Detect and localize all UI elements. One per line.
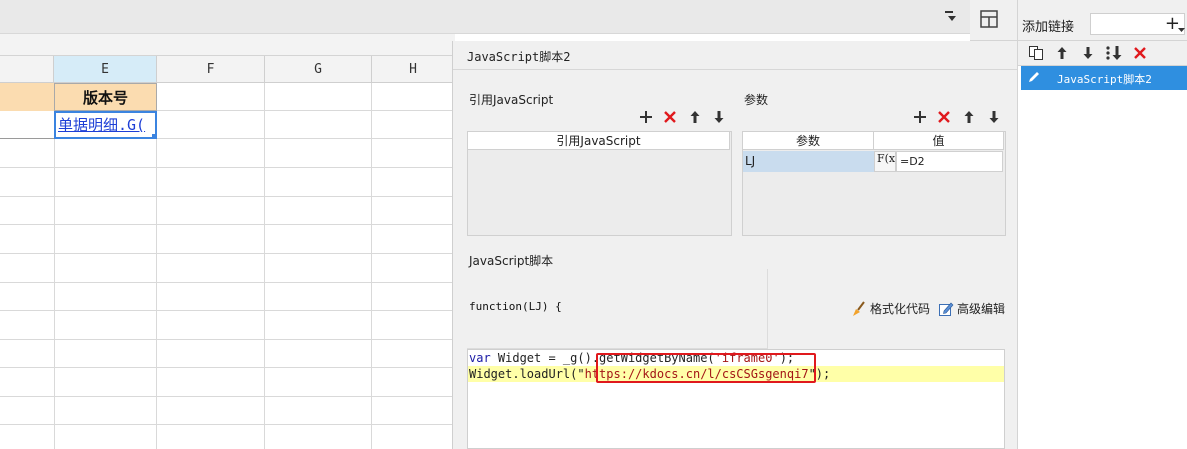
dropdown-toggle-icon[interactable] bbox=[944, 10, 958, 24]
ref-js-column-header: 引用JavaScript bbox=[468, 132, 730, 150]
format-code-button[interactable]: 格式化代码 bbox=[851, 300, 930, 317]
delete-param-icon[interactable] bbox=[935, 108, 953, 126]
format-code-label: 格式化代码 bbox=[870, 302, 931, 316]
version-header-cell[interactable]: 版本号 bbox=[54, 83, 157, 111]
code-keyword: var bbox=[469, 351, 491, 365]
link-list-toolbar bbox=[1018, 41, 1187, 66]
spreadsheet-grid: E F G H 版本号 单据明细.G( bbox=[0, 56, 455, 449]
header-cell[interactable] bbox=[0, 83, 54, 111]
fill-handle[interactable] bbox=[152, 134, 157, 139]
javascript-dialog: JavaScript脚本2 引用JavaScript 引用JavaScript … bbox=[452, 41, 1018, 449]
param-move-down-icon[interactable] bbox=[985, 108, 1003, 126]
top-toolbar bbox=[0, 0, 970, 34]
advanced-edit-button[interactable]: 高级编辑 bbox=[938, 300, 1005, 317]
add-link-dropdown[interactable]: + bbox=[1090, 13, 1185, 35]
column-header-g[interactable]: G bbox=[265, 56, 372, 83]
chevron-down-icon bbox=[1178, 28, 1185, 33]
move-up-icon[interactable] bbox=[1053, 44, 1071, 62]
code-editor[interactable]: var Widget = _g().getWidgetByName('ifram… bbox=[467, 349, 1005, 449]
add-link-bar: 添加链接 + bbox=[1018, 0, 1187, 41]
formula-button[interactable]: F(x) bbox=[874, 151, 899, 172]
layout-toolbar bbox=[970, 0, 1017, 41]
param-move-up-icon[interactable] bbox=[960, 108, 978, 126]
add-param-icon[interactable] bbox=[911, 108, 929, 126]
delete-icon[interactable] bbox=[661, 108, 679, 126]
grid-line bbox=[0, 339, 455, 340]
add-link-label: 添加链接 bbox=[1022, 20, 1075, 35]
grid-line bbox=[0, 310, 455, 311]
divider bbox=[453, 69, 1018, 70]
link-list-item[interactable]: JavaScript脚本2 bbox=[1021, 66, 1187, 90]
edit-icon bbox=[938, 301, 954, 317]
advanced-edit-label: 高级编辑 bbox=[957, 302, 1006, 316]
pencil-icon bbox=[1027, 70, 1041, 84]
code-text: Widget = _g( bbox=[490, 351, 585, 365]
broom-icon bbox=[851, 300, 867, 317]
param-name-cell[interactable]: LJ bbox=[743, 151, 874, 172]
move-up-icon[interactable] bbox=[686, 108, 704, 126]
column-header-f[interactable]: F bbox=[157, 56, 265, 83]
grid-line bbox=[0, 224, 455, 225]
grid-line bbox=[0, 253, 455, 254]
ref-js-table: 引用JavaScript bbox=[467, 131, 732, 236]
column-header-e[interactable]: E bbox=[54, 56, 157, 83]
params-section-title: 参数 bbox=[744, 93, 769, 107]
delete-icon[interactable] bbox=[1131, 44, 1149, 62]
grid-line bbox=[0, 196, 455, 197]
param-name-header: 参数 bbox=[743, 132, 874, 150]
column-header-d[interactable] bbox=[0, 56, 54, 83]
column-header-h[interactable]: H bbox=[372, 56, 455, 83]
move-down-icon[interactable] bbox=[1079, 44, 1097, 62]
function-signature: function(LJ) { bbox=[469, 300, 562, 313]
param-value-field[interactable]: =D2 bbox=[896, 151, 1003, 172]
grid-line bbox=[0, 282, 455, 283]
add-icon[interactable] bbox=[637, 108, 655, 126]
hyperlink-cell[interactable]: 单据明细.G( bbox=[54, 111, 157, 139]
move-down-icon[interactable] bbox=[710, 108, 728, 126]
params-table: 参数 值 LJ F(x) =D2 bbox=[742, 131, 1006, 236]
dialog-title: JavaScript脚本2 bbox=[467, 50, 571, 64]
link-item-label: JavaScript脚本2 bbox=[1057, 73, 1152, 86]
cell[interactable] bbox=[0, 111, 54, 139]
url-highlight-box bbox=[596, 353, 816, 383]
grid-line bbox=[0, 367, 455, 368]
code-text: Widget.loadUrl(" bbox=[469, 367, 585, 381]
hyperlink-panel: 添加链接 + JavaScript脚本2 bbox=[1017, 0, 1187, 449]
grid-line bbox=[0, 424, 455, 425]
grid-line bbox=[0, 167, 455, 168]
table-row[interactable]: LJ F(x) =D2 bbox=[743, 151, 1003, 172]
script-section-title: JavaScript脚本 bbox=[469, 254, 554, 268]
formula-bar bbox=[0, 34, 455, 56]
sort-icon[interactable] bbox=[1105, 44, 1123, 62]
grid-line bbox=[0, 396, 455, 397]
ref-js-section-title: 引用JavaScript bbox=[469, 93, 554, 107]
layout-grid-icon[interactable] bbox=[980, 10, 998, 28]
copy-icon[interactable] bbox=[1027, 44, 1045, 62]
param-value-header: 值 bbox=[874, 132, 1004, 150]
